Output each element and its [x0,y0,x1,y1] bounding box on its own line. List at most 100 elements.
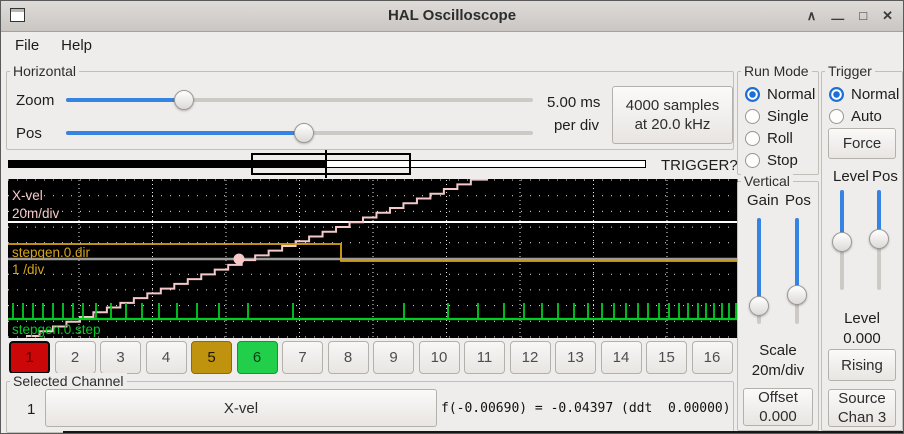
offset-button[interactable]: Offset 0.000 [743,388,813,426]
radio-icon[interactable] [829,109,844,124]
record-settings-button[interactable]: 4000 samples at 20.0 kHz [612,86,733,144]
trigger-edge-label: Rising [841,356,883,375]
trigger-status-label: TRIGGER? [661,157,733,174]
trigger-panel: Trigger NormalAuto Force Level Pos Level… [821,71,903,431]
run-mode-option-label: Roll [767,130,793,147]
trace-label-stepgen.0.step: stepgen.0.step [12,322,101,337]
offset-value: 0.000 [759,407,797,426]
trigger-source-value: Chan 3 [838,408,886,427]
trace-label-X-vel: X-vel [12,188,43,203]
radio-icon[interactable] [829,87,844,102]
zoom-slider-handle[interactable] [174,90,194,110]
shade-button[interactable]: ∧ [807,1,817,31]
window-title: HAL Oscilloscope [1,7,903,24]
trigger-pos-slider-handle[interactable] [869,229,889,249]
channel-button-14[interactable]: 14 [601,341,642,374]
trigger-mode-option-auto[interactable]: Auto [822,105,902,127]
gain-slider-label: Gain [747,192,779,209]
channel-readout: f(-0.00690) = -0.04397 (ddt 0.00000) [441,401,731,416]
force-button[interactable]: Force [828,128,896,159]
gain-slider[interactable] [748,218,770,324]
close-button[interactable]: ✕ [882,1,893,31]
trigger-point-marker [234,254,245,265]
time-per-div-value: 5.00 ms [547,94,599,111]
view-window-box[interactable] [251,153,411,175]
trigger-source-button[interactable]: Source Chan 3 [828,389,896,427]
record-rate-line: at 20.0 kHz [635,115,711,134]
trigger-pos-slider[interactable] [868,190,890,290]
record-samples-line: 4000 samples [626,96,719,115]
vertical-title: Vertical [741,173,793,189]
time-per-div-caption: per div [547,117,599,134]
radio-icon[interactable] [745,153,760,168]
run-mode-option-roll[interactable]: Roll [738,127,818,149]
channel-button-4[interactable]: 4 [146,341,187,374]
trace-label-stepgen.0.dir-scale: 1 /div [12,262,45,277]
gain-slider-handle[interactable] [749,296,769,316]
horizontal-panel-title: Horizontal [10,63,79,79]
halscope-window: HAL Oscilloscope ∧ — □ ✕ File Help Horiz… [0,0,904,434]
run-mode-option-label: Stop [767,152,798,169]
channel-button-8[interactable]: 8 [328,341,369,374]
vertical-pos-slider[interactable] [786,218,808,324]
trigger-edge-button[interactable]: Rising [828,349,896,381]
trigger-level-slider[interactable] [831,190,853,290]
channel-button-15[interactable]: 15 [646,341,687,374]
trigger-title: Trigger [825,63,875,79]
trigger-level-slider-handle[interactable] [832,232,852,252]
trigger-level-slider-label: Level [833,168,869,185]
trigger-position-marker[interactable] [325,150,327,178]
menu-file[interactable]: File [15,37,39,54]
selected-channel-name: X-vel [224,399,258,418]
menu-help[interactable]: Help [61,37,92,54]
trigger-mode-option-label: Normal [851,86,899,103]
channel-button-10[interactable]: 10 [419,341,460,374]
trigger-pos-slider-label: Pos [872,168,898,185]
zoom-slider[interactable] [66,90,533,110]
run-mode-option-single[interactable]: Single [738,105,818,127]
channel-button-11[interactable]: 11 [464,341,505,374]
channel-button-5[interactable]: 5 [191,341,232,374]
channel-button-2[interactable]: 2 [55,341,96,374]
channel-button-7[interactable]: 7 [282,341,323,374]
selected-channel-number: 1 [27,401,35,418]
radio-icon[interactable] [745,131,760,146]
radio-icon[interactable] [745,87,760,102]
oscilloscope-display: X-vel 20m/div stepgen.0.dir 1 /div stepgen.0… [8,179,738,338]
channel-button-13[interactable]: 13 [555,341,596,374]
title-bar[interactable]: HAL Oscilloscope ∧ — □ ✕ [1,1,903,32]
trace-label-stepgen.0.dir: stepgen.0.dir [12,245,91,260]
minimize-button[interactable]: — [831,4,844,34]
run-mode-option-normal[interactable]: Normal [738,83,818,105]
run-mode-option-stop[interactable]: Stop [738,149,818,171]
horizontal-pos-slider[interactable] [66,123,533,143]
channel-button-1[interactable]: 1 [9,341,50,374]
vertical-pos-slider-label: Pos [785,192,811,209]
trigger-level-value: 0.000 [822,330,902,347]
channel-button-16[interactable]: 16 [692,341,733,374]
vertical-pos-slider-handle[interactable] [787,285,807,305]
zoom-slider-label: Zoom [16,92,54,109]
menu-bar: File Help [1,32,903,58]
force-label: Force [843,134,881,153]
horizontal-pos-slider-handle[interactable] [294,123,314,143]
radio-icon[interactable] [745,109,760,124]
run-mode-option-label: Normal [767,86,815,103]
run-mode-panel: Run Mode NormalSingleRollStop [737,71,819,175]
trace-label-X-vel-scale: 20m/div [12,206,60,221]
channel-button-3[interactable]: 3 [100,341,141,374]
maximize-button[interactable]: □ [859,1,867,31]
trigger-mode-option-normal[interactable]: Normal [822,83,902,105]
channel-button-9[interactable]: 9 [373,341,414,374]
selected-channel-name-button[interactable]: X-vel [45,389,437,427]
trigger-mode-option-label: Auto [851,108,882,125]
trace-stepgen.0.step-pulses [13,303,736,319]
channel-button-12[interactable]: 12 [510,341,551,374]
vertical-panel: Vertical Gain Pos Scale 20m/div Offset 0… [737,181,819,431]
trigger-source-label: Source [838,389,886,408]
channel-button-6[interactable]: 6 [237,341,278,374]
trigger-level-caption: Level [822,310,902,327]
run-mode-option-label: Single [767,108,809,125]
offset-label: Offset [758,388,798,407]
run-mode-title: Run Mode [741,63,812,79]
